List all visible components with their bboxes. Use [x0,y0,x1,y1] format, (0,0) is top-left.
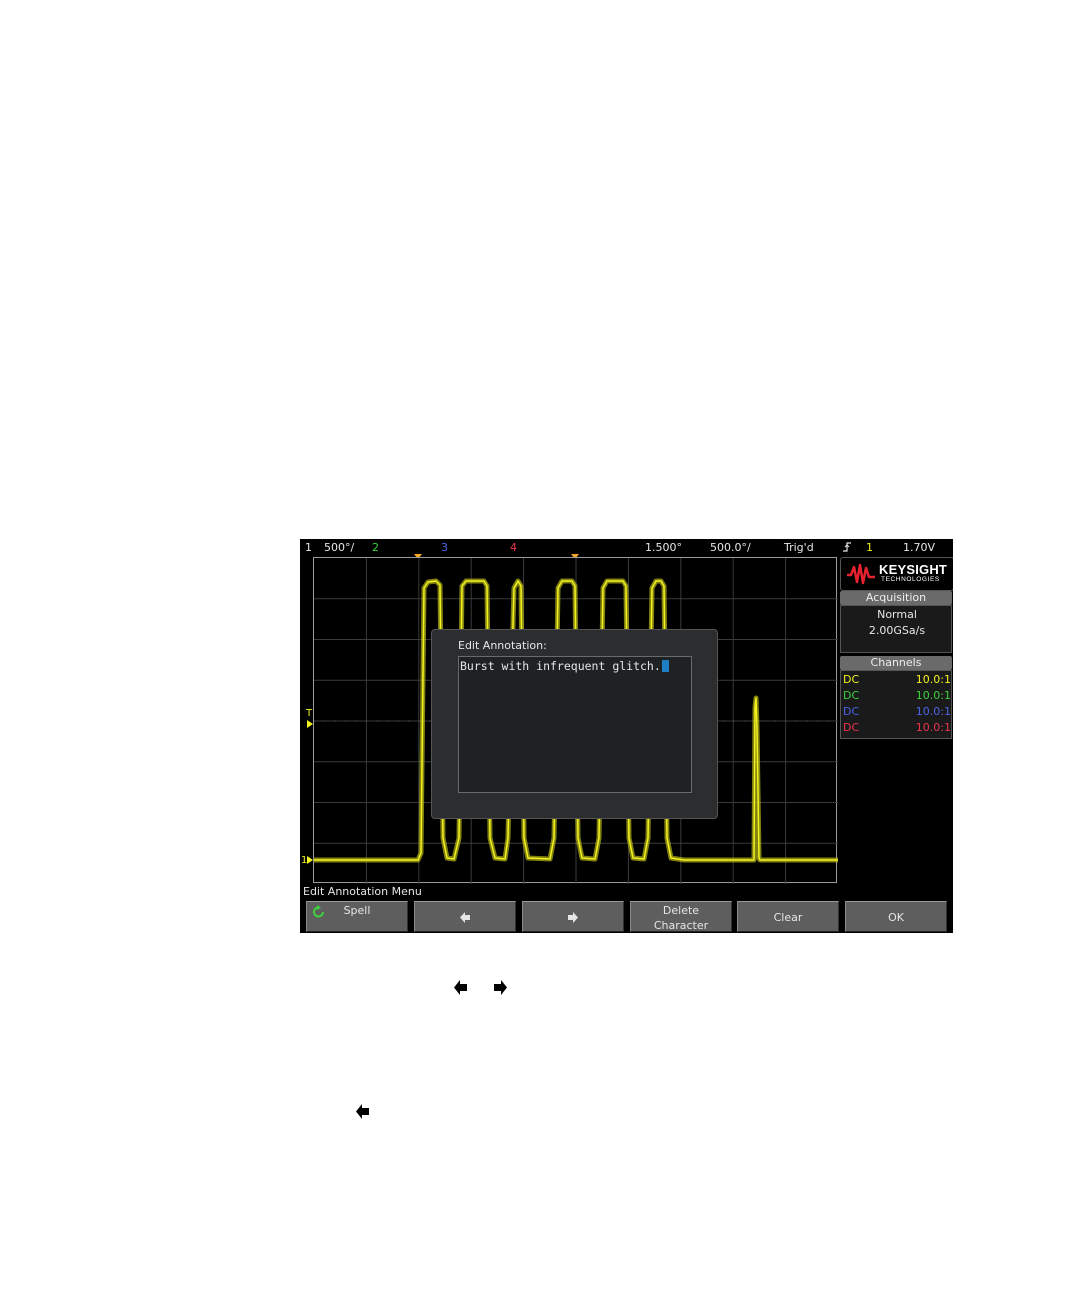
doc-left-arrow-icon [454,980,467,995]
ch3-probe: 10.0:1 [915,705,951,718]
ground-arrow-icon [307,856,313,864]
oscilloscope-screen: 1 500°/ 2 3 4 1.500° 500.0°/ Trig'd 1 1.… [300,539,953,933]
logo-sub-text: TECHNOLOGIES [881,576,940,583]
acquisition-mode: Normal [877,608,917,621]
channel-row-1[interactable]: DC 10.0:1 [843,672,951,688]
trigger-level-arrow-icon [307,720,313,728]
channel-row-4[interactable]: DC 10.0:1 [843,720,951,736]
cursor-right-button[interactable] [522,901,624,932]
acquisition-title: Acquisition [865,591,927,604]
doc-right-arrow-icon [494,980,507,995]
clear-button[interactable]: Clear [737,901,839,932]
keysight-logo: KEYSIGHT TECHNOLOGIES [840,557,953,591]
sample-rate: 2.00GSa/s [868,624,926,637]
ok-button[interactable]: OK [845,901,947,932]
channels-header[interactable]: Channels [840,656,952,670]
annotation-text-field[interactable]: Burst with infrequent glitch. [458,656,692,793]
annotation-text-value: Burst with infrequent glitch. [460,659,661,673]
trigger-level-indicator[interactable]: T [304,709,314,733]
channel-row-3[interactable]: DC 10.0:1 [843,704,951,720]
ch1-coupling: DC [843,673,860,686]
logo-brand-text: KEYSIGHT [879,562,948,577]
dialog-title: Edit Annotation: [458,639,547,652]
channels-title: Channels [870,656,922,669]
doc-left-arrow-icon-2 [356,1104,369,1119]
text-cursor [661,660,669,672]
clear-label: Clear [773,911,803,924]
edit-annotation-dialog: Edit Annotation: Burst with infrequent g… [431,629,718,819]
delete-label-line1: Delete [662,904,700,917]
ch4-probe: 10.0:1 [915,721,951,734]
acquisition-header[interactable]: Acquisition [840,591,952,605]
ch1-probe: 10.0:1 [915,673,951,686]
delete-label-line2: Character [653,919,709,932]
acquisition-panel: Normal 2.00GSa/s [840,605,952,653]
cursor-left-button[interactable] [414,901,516,932]
side-info-panel: KEYSIGHT TECHNOLOGIES Acquisition Normal… [839,557,953,739]
ch3-coupling: DC [843,705,860,718]
ch1-ground-indicator[interactable]: 1 [301,855,314,869]
ch4-coupling: DC [843,721,860,734]
left-arrow-icon [460,912,470,923]
spell-button[interactable]: Spell [306,901,408,932]
trigger-level-label: T [306,708,313,719]
menu-title: Edit Annotation Menu [303,885,422,898]
right-arrow-icon [568,912,578,923]
delete-character-button[interactable]: Delete Character [630,901,732,932]
ch2-probe: 10.0:1 [915,689,951,702]
ch2-coupling: DC [843,689,860,702]
channel-row-2[interactable]: DC 10.0:1 [843,688,951,704]
ok-label: OK [888,911,904,924]
channels-panel: DC 10.0:1 DC 10.0:1 DC 10.0:1 DC 10.0:1 [840,670,952,739]
keysight-wave-logo-icon [847,563,875,585]
rotate-entry-icon [313,905,324,918]
